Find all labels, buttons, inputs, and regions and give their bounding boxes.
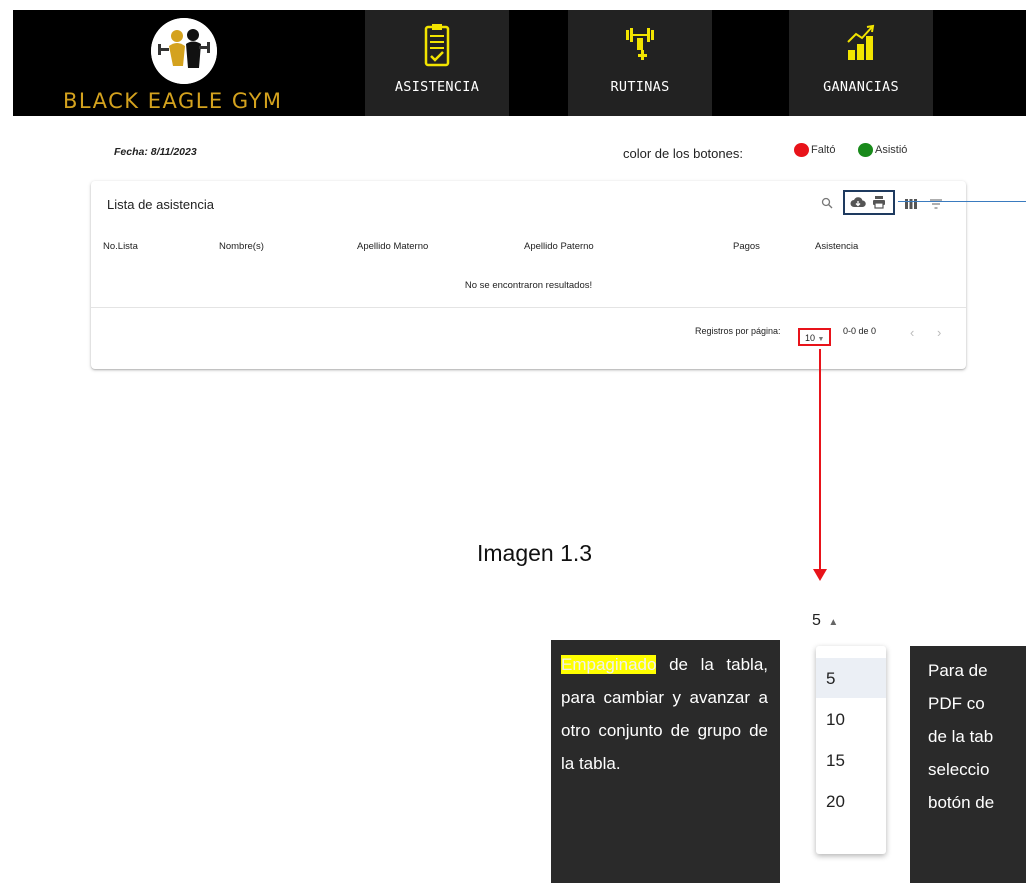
pagination-explanation-note: Empaginado de la tabla, para cambiar y a…: [551, 640, 780, 883]
filter-icon[interactable]: [930, 196, 942, 214]
zoomed-rows-select[interactable]: 5 ▲: [812, 612, 838, 630]
table-title: Lista de asistencia: [107, 197, 214, 212]
dropdown-option-10[interactable]: 10: [816, 699, 886, 739]
nav-asistencia[interactable]: ASISTENCIA: [365, 10, 509, 116]
dropdown-option-20[interactable]: 20: [816, 781, 886, 821]
rows-per-page-dropdown: 5 10 15 20: [816, 646, 886, 854]
note-right-line: de la tab: [928, 727, 994, 746]
dumbbell-icon: [625, 24, 655, 69]
nav-rutinas[interactable]: RUTINAS: [568, 10, 712, 116]
annotation-arrow-line: [819, 349, 821, 572]
search-icon[interactable]: [821, 196, 833, 214]
note-right-line: seleccio: [928, 760, 990, 779]
chevron-down-icon: ▼: [817, 336, 825, 343]
previous-page-icon[interactable]: ‹: [910, 325, 914, 340]
column-header-apellido-paterno[interactable]: Apellido Paterno: [524, 241, 594, 252]
clipboard-check-icon: [424, 24, 450, 73]
cloud-download-icon[interactable]: [850, 195, 866, 214]
nav-label-ganancias: GANANCIAS: [823, 79, 899, 95]
rows-per-page-select[interactable]: 10 ▼: [798, 328, 831, 346]
nav-label-asistencia: ASISTENCIA: [394, 79, 480, 95]
nav-ganancias[interactable]: GANANCIAS: [789, 10, 933, 116]
note-right-line: botón de: [928, 793, 995, 812]
column-header-pagos[interactable]: Pagos: [733, 241, 760, 252]
empty-table-message: No se encontraron resultados!: [464, 280, 593, 291]
column-header-apellido-materno[interactable]: Apellido Materno: [357, 241, 428, 252]
column-header-asistencia[interactable]: Asistencia: [815, 241, 858, 252]
nav-label-rutinas: RUTINAS: [610, 79, 670, 95]
top-navbar: BLACK EAGLE GYM ASISTENCIA RUTINAS GANAN…: [13, 10, 1026, 116]
note-right-line: PDF co: [928, 694, 985, 713]
column-header-nombre[interactable]: Nombre(s): [219, 241, 264, 252]
pagination-range: 0-0 de 0: [843, 326, 877, 336]
rows-per-page-value: 10: [805, 333, 816, 343]
green-dot-icon: [858, 143, 873, 157]
print-icon[interactable]: [872, 195, 886, 214]
legend-asistio-label: Asistió: [875, 143, 908, 156]
rows-per-page-label: Registros por página:: [695, 326, 781, 336]
pdf-explanation-note: Para de PDF co de la tab seleccio botón …: [910, 646, 1026, 883]
view-columns-icon[interactable]: [905, 196, 917, 214]
next-page-icon[interactable]: ›: [937, 325, 941, 340]
brand-name: BLACK EAGLE GYM: [63, 89, 283, 113]
attendance-table-card: Lista de asistencia No.Lista Nombre(s) A…: [91, 181, 966, 369]
legend-title: color de los botones:: [623, 146, 743, 161]
dropdown-option-15[interactable]: 15: [816, 740, 886, 780]
column-header-no-lista[interactable]: No.Lista: [103, 241, 138, 252]
image-caption: Imagen 1.3: [477, 540, 593, 566]
gym-logo-icon: [151, 18, 217, 84]
growth-chart-icon: [846, 24, 876, 67]
annotation-connector-line: [898, 201, 1026, 202]
legend-falto-label: Faltó: [811, 143, 836, 156]
highlighted-term: Empaginado: [561, 655, 657, 674]
table-divider: [91, 307, 966, 308]
date-label: Fecha: 8/11/2023: [114, 146, 197, 158]
note-right-line: Para de: [928, 661, 988, 680]
dropdown-option-5[interactable]: 5: [816, 658, 886, 698]
zoomed-select-value: 5: [812, 612, 821, 629]
legend-asistio: Asistió: [858, 143, 907, 157]
legend-falto: Faltó: [794, 143, 835, 157]
chevron-up-icon: ▲: [828, 617, 839, 628]
red-dot-icon: [794, 143, 809, 157]
arrow-down-icon: [813, 569, 827, 581]
brand[interactable]: BLACK EAGLE GYM: [13, 10, 303, 116]
